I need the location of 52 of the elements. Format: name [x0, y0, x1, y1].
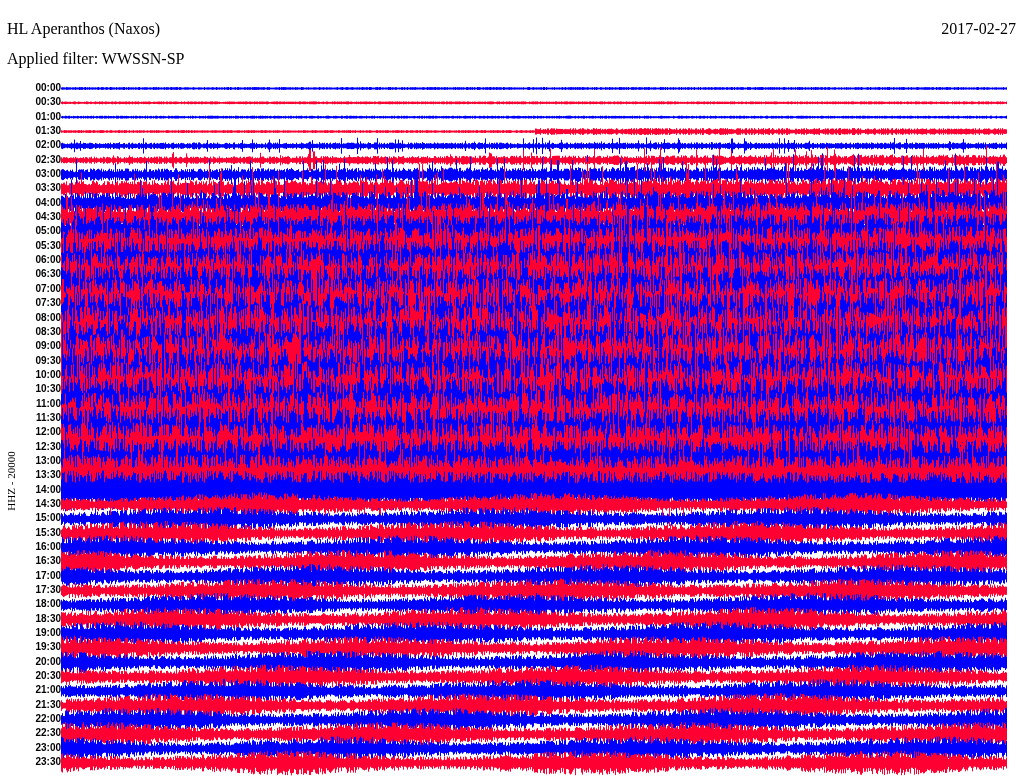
filter-label: Applied filter: WWSSN-SP — [7, 50, 185, 67]
time-label: 03:00 — [35, 167, 61, 182]
time-label: 04:00 — [35, 195, 61, 210]
time-label: 09:30 — [35, 353, 61, 368]
time-label: 03:30 — [35, 181, 61, 196]
time-label: 09:00 — [35, 339, 61, 354]
time-label: 06:30 — [35, 267, 61, 282]
time-label: 11:30 — [35, 410, 61, 425]
time-label: 15:30 — [35, 525, 61, 540]
time-label: 17:00 — [35, 568, 61, 583]
time-label: 11:00 — [35, 396, 61, 411]
time-label: 05:30 — [35, 238, 61, 253]
time-label: 16:30 — [35, 554, 61, 569]
time-label: 22:30 — [35, 726, 61, 741]
time-label: 13:30 — [35, 468, 61, 483]
time-label: 16:00 — [35, 540, 61, 554]
time-label: 14:00 — [35, 482, 61, 497]
time-label: 18:00 — [35, 597, 61, 612]
time-label: 17:30 — [35, 583, 61, 598]
time-label: 23:30 — [35, 755, 61, 770]
time-label: 10:00 — [35, 367, 61, 382]
time-label: 18:30 — [35, 611, 61, 626]
time-label: 00:00 — [35, 81, 61, 95]
time-label: 01:00 — [35, 109, 61, 124]
time-label: 12:30 — [35, 439, 61, 454]
time-label: 07:30 — [35, 296, 61, 311]
channel-axis-label: HHZ - 20000 — [5, 451, 17, 511]
time-label: 19:30 — [35, 640, 61, 655]
time-label: 15:00 — [35, 511, 61, 526]
time-label: 08:00 — [35, 310, 61, 325]
time-label: 01:30 — [35, 124, 61, 139]
time-label: 20:30 — [35, 669, 61, 684]
station-title: HL Aperanthos (Naxos) — [7, 20, 161, 40]
time-label: 21:30 — [35, 697, 61, 712]
time-label: 05:00 — [35, 224, 61, 239]
time-label: 02:00 — [35, 138, 61, 153]
time-label: 23:00 — [35, 740, 61, 755]
time-label: 08:30 — [35, 324, 61, 339]
time-label: 07:00 — [35, 281, 61, 296]
time-label: 00:30 — [35, 95, 61, 110]
time-label: 04:30 — [35, 210, 61, 225]
time-label: 22:00 — [35, 712, 61, 727]
time-label: 21:00 — [35, 683, 61, 698]
time-label: 20:00 — [35, 654, 61, 669]
date-label: 2017-02-27 — [941, 20, 1016, 39]
time-label: 06:00 — [35, 253, 61, 268]
time-label: 10:30 — [35, 382, 61, 397]
time-label: 12:00 — [35, 425, 61, 440]
time-label: 13:00 — [35, 453, 61, 468]
time-label: 02:30 — [35, 152, 61, 167]
time-label: 14:30 — [35, 496, 61, 511]
time-label: 19:00 — [35, 626, 61, 641]
